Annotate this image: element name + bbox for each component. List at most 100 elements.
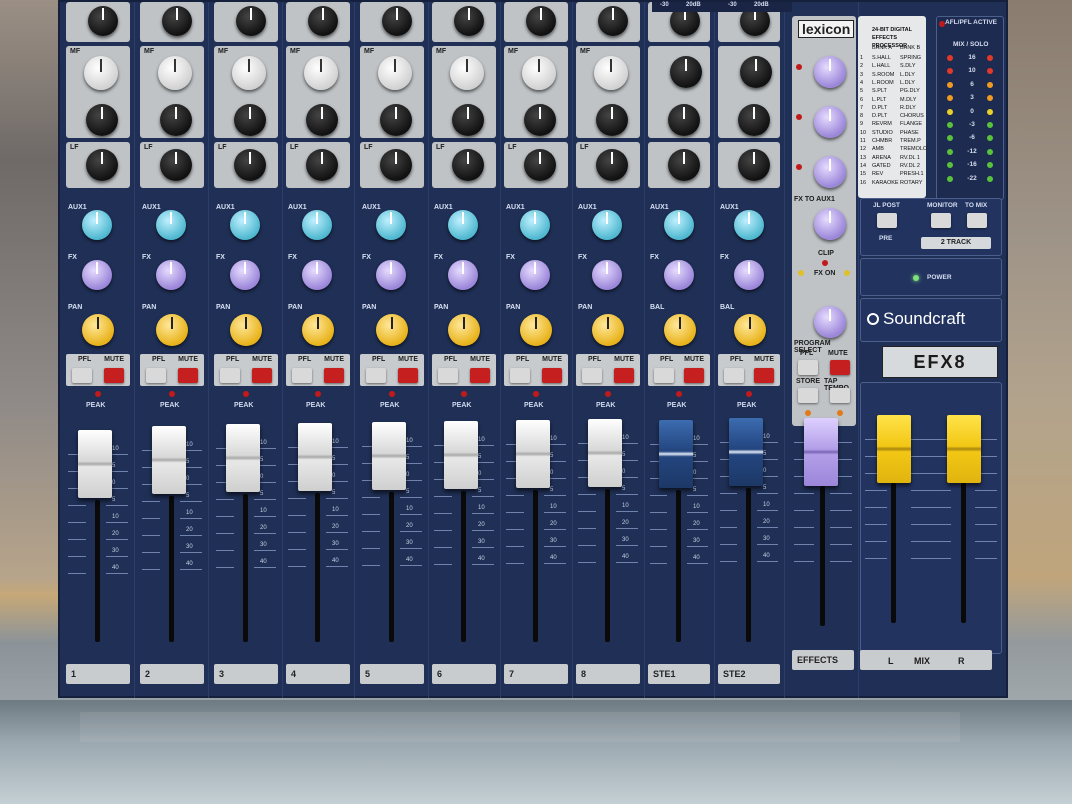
mf-gain-knob[interactable] xyxy=(234,104,266,136)
mute-button[interactable] xyxy=(252,368,272,383)
mute-button[interactable] xyxy=(324,368,344,383)
channel-fader[interactable] xyxy=(444,421,478,489)
pan-knob[interactable] xyxy=(302,314,334,346)
aux1-knob[interactable] xyxy=(520,210,550,240)
vari-knob[interactable] xyxy=(814,156,846,188)
eq-knob[interactable] xyxy=(740,56,772,88)
mf-gain-knob[interactable] xyxy=(596,104,628,136)
pfl-button[interactable] xyxy=(724,368,744,383)
fx-send-knob[interactable] xyxy=(230,260,260,290)
channel-fader[interactable] xyxy=(372,422,406,490)
channel-fader[interactable] xyxy=(298,423,332,491)
lf-knob[interactable] xyxy=(380,149,412,181)
pfl-button[interactable] xyxy=(292,368,312,383)
fx-send-knob[interactable] xyxy=(376,260,406,290)
balance-knob[interactable] xyxy=(734,314,766,346)
lf-knob[interactable] xyxy=(524,149,556,181)
mf-freq-knob[interactable] xyxy=(158,56,192,90)
lf-knob[interactable] xyxy=(596,149,628,181)
fx-send-knob[interactable] xyxy=(664,260,694,290)
hf-knob[interactable] xyxy=(382,6,412,36)
mf-gain-knob[interactable] xyxy=(452,104,484,136)
mf-freq-knob[interactable] xyxy=(522,56,556,90)
pfl-button[interactable] xyxy=(654,368,674,383)
aux1-knob[interactable] xyxy=(230,210,260,240)
tap-tempo-button[interactable] xyxy=(830,388,850,403)
mf-freq-knob[interactable] xyxy=(84,56,118,90)
lf-knob[interactable] xyxy=(86,149,118,181)
fx-send-knob[interactable] xyxy=(592,260,622,290)
monitor-button[interactable] xyxy=(931,213,951,228)
hf-knob[interactable] xyxy=(598,6,628,36)
lf-knob[interactable] xyxy=(160,149,192,181)
mf-freq-knob[interactable] xyxy=(304,56,338,90)
mute-button[interactable] xyxy=(614,368,634,383)
mf-gain-knob[interactable] xyxy=(668,104,700,136)
aux1-knob[interactable] xyxy=(376,210,406,240)
pan-knob[interactable] xyxy=(230,314,262,346)
lf-knob[interactable] xyxy=(738,149,770,181)
mf-gain-knob[interactable] xyxy=(86,104,118,136)
pfl-button[interactable] xyxy=(582,368,602,383)
hf-knob[interactable] xyxy=(454,6,484,36)
effects-fader[interactable] xyxy=(804,418,838,486)
hf-knob[interactable] xyxy=(162,6,192,36)
pre-delay-knob[interactable] xyxy=(814,56,846,88)
program-select-knob[interactable] xyxy=(814,306,846,338)
mute-button[interactable] xyxy=(104,368,124,383)
mf-freq-knob[interactable] xyxy=(232,56,266,90)
aux1-knob[interactable] xyxy=(592,210,622,240)
mix-right-fader[interactable] xyxy=(947,415,981,483)
mute-button[interactable] xyxy=(684,368,704,383)
to-mix-button[interactable] xyxy=(967,213,987,228)
mf-gain-knob[interactable] xyxy=(380,104,412,136)
pfl-button[interactable] xyxy=(220,368,240,383)
mf-freq-knob[interactable] xyxy=(594,56,628,90)
fx-send-knob[interactable] xyxy=(734,260,764,290)
lf-knob[interactable] xyxy=(306,149,338,181)
lf-knob[interactable] xyxy=(668,149,700,181)
aux1-knob[interactable] xyxy=(156,210,186,240)
fx-send-knob[interactable] xyxy=(82,260,112,290)
pan-knob[interactable] xyxy=(376,314,408,346)
pfl-button[interactable] xyxy=(438,368,458,383)
decay-knob[interactable] xyxy=(814,106,846,138)
store-button[interactable] xyxy=(798,388,818,403)
pan-knob[interactable] xyxy=(156,314,188,346)
balance-knob[interactable] xyxy=(664,314,696,346)
fx-send-knob[interactable] xyxy=(448,260,478,290)
pfl-button[interactable] xyxy=(72,368,92,383)
fx-send-knob[interactable] xyxy=(302,260,332,290)
aux1-knob[interactable] xyxy=(664,210,694,240)
mf-gain-knob[interactable] xyxy=(306,104,338,136)
fx-pfl-button[interactable] xyxy=(798,360,818,375)
aux1-knob[interactable] xyxy=(302,210,332,240)
channel-fader[interactable] xyxy=(78,430,112,498)
hf-knob[interactable] xyxy=(526,6,556,36)
aux1-knob[interactable] xyxy=(448,210,478,240)
lf-knob[interactable] xyxy=(452,149,484,181)
mute-button[interactable] xyxy=(398,368,418,383)
pfl-button[interactable] xyxy=(146,368,166,383)
hf-knob[interactable] xyxy=(308,6,338,36)
mf-gain-knob[interactable] xyxy=(160,104,192,136)
hf-knob[interactable] xyxy=(88,6,118,36)
pan-knob[interactable] xyxy=(592,314,624,346)
channel-fader[interactable] xyxy=(659,420,693,488)
mute-button[interactable] xyxy=(178,368,198,383)
mf-freq-knob[interactable] xyxy=(378,56,412,90)
pan-knob[interactable] xyxy=(520,314,552,346)
fx-to-aux1-knob[interactable] xyxy=(814,208,846,240)
pan-knob[interactable] xyxy=(448,314,480,346)
pfl-button[interactable] xyxy=(510,368,530,383)
jl-post-button[interactable] xyxy=(877,213,897,228)
hf-knob[interactable] xyxy=(236,6,266,36)
channel-fader[interactable] xyxy=(516,420,550,488)
channel-fader[interactable] xyxy=(588,419,622,487)
mute-button[interactable] xyxy=(542,368,562,383)
aux1-knob[interactable] xyxy=(82,210,112,240)
pan-knob[interactable] xyxy=(82,314,114,346)
channel-fader[interactable] xyxy=(729,418,763,486)
fx-mute-button[interactable] xyxy=(830,360,850,375)
eq-knob[interactable] xyxy=(670,56,702,88)
